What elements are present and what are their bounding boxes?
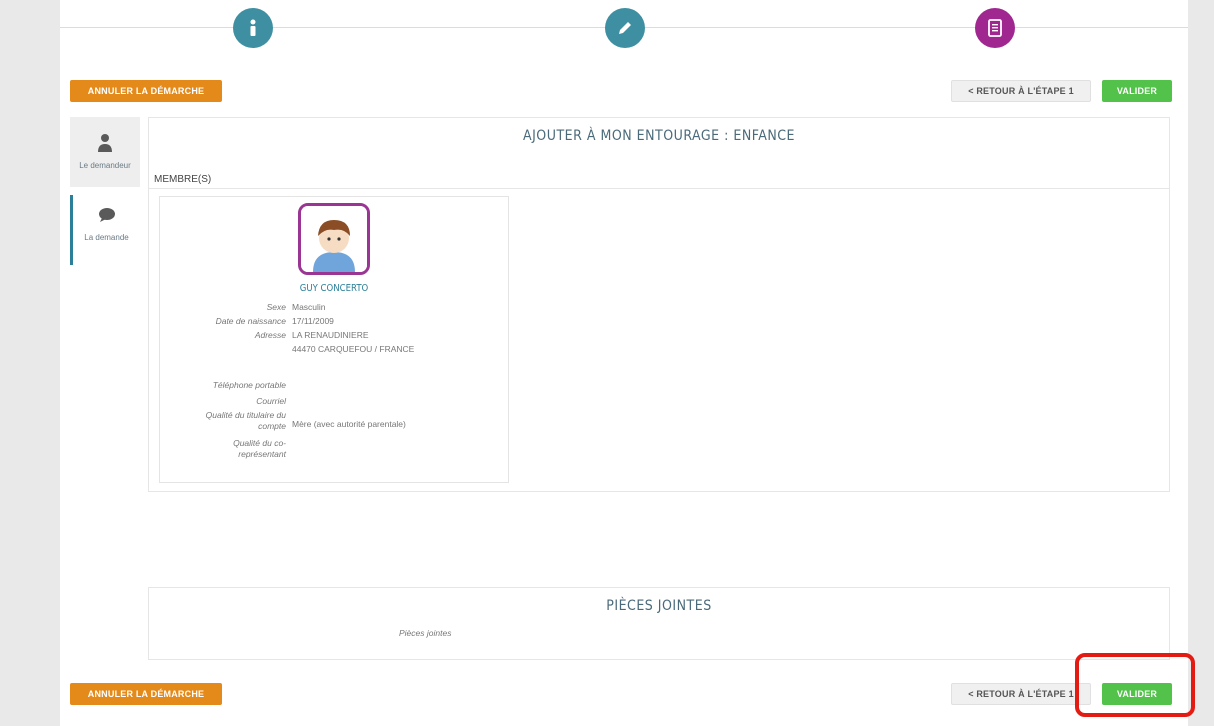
field-value: Mère (avec autorité parentale) [292,419,406,429]
field-birthdate: Date de naissance [160,316,286,328]
field-value: LA RENAUDINIERE [292,330,369,340]
field-label: Courriel [256,396,286,406]
step-info[interactable] [233,8,273,48]
validate-button-top[interactable]: VALIDER [1102,80,1172,102]
main-panel: AJOUTER À MON ENTOURAGE : ENFANCE MEMBRE… [148,117,1170,492]
cancel-button-bottom[interactable]: ANNULER LA DÉMARCHE [70,683,222,705]
field-phone: Téléphone portable [160,380,286,392]
field-value: 17/11/2009 [292,316,334,326]
field-label: Sexe [266,302,286,312]
cancel-button-top[interactable]: ANNULER LA DÉMARCHE [70,80,222,102]
sidebar-item-label: La demande [84,233,129,242]
back-button-bottom[interactable]: < RETOUR À L'ÉTAPE 1 [951,683,1091,705]
attachments-title: PIÈCES JOINTES [606,598,712,614]
field-value: Masculin [292,302,326,312]
field-label: Qualité du co-représentant [233,438,286,459]
field-label: Date de naissance [215,316,286,326]
field-holder-quality: Qualité du titulaire du compte [160,410,286,434]
document-icon [988,19,1002,37]
field-corep-quality: Qualité du co-représentant [160,438,286,462]
field-address: Adresse [160,330,286,342]
sidebar-item-requester[interactable]: Le demandeur [70,117,140,187]
user-icon [98,134,112,152]
pencil-icon [619,22,631,34]
divider [149,188,1169,189]
page-title: AJOUTER À MON ENTOURAGE : ENFANCE [522,128,795,144]
field-email: Courriel [160,396,286,408]
back-button-top[interactable]: < RETOUR À L'ÉTAPE 1 [951,80,1091,102]
info-icon [250,19,256,36]
attachments-panel: PIÈCES JOINTES Pièces jointes [148,587,1170,660]
child-avatar-icon [301,206,367,272]
member-card[interactable]: GUY CONCERTO Sexe Masculin Date de naiss… [159,196,509,483]
avatar [298,203,370,275]
field-label: Qualité du titulaire du compte [205,410,286,431]
step-summary[interactable] [975,8,1015,48]
step-edit[interactable] [605,8,645,48]
members-header: MEMBRE(S) [154,174,212,185]
highlight-annotation [1075,653,1195,717]
field-label: Téléphone portable [212,380,286,390]
field-label: Adresse [254,330,286,340]
page: ANNULER LA DÉMARCHE < RETOUR À L'ÉTAPE 1… [60,0,1188,726]
speech-bubble-icon [98,208,115,222]
field-sexe: Sexe [160,302,286,314]
member-name[interactable]: GUY CONCERTO [177,283,490,294]
attachments-label: Pièces jointes [399,628,452,638]
field-value: 44470 CARQUEFOU / FRANCE [292,344,415,354]
sidebar-item-request[interactable]: La demande [70,195,140,265]
sidebar-item-label: Le demandeur [79,161,131,170]
